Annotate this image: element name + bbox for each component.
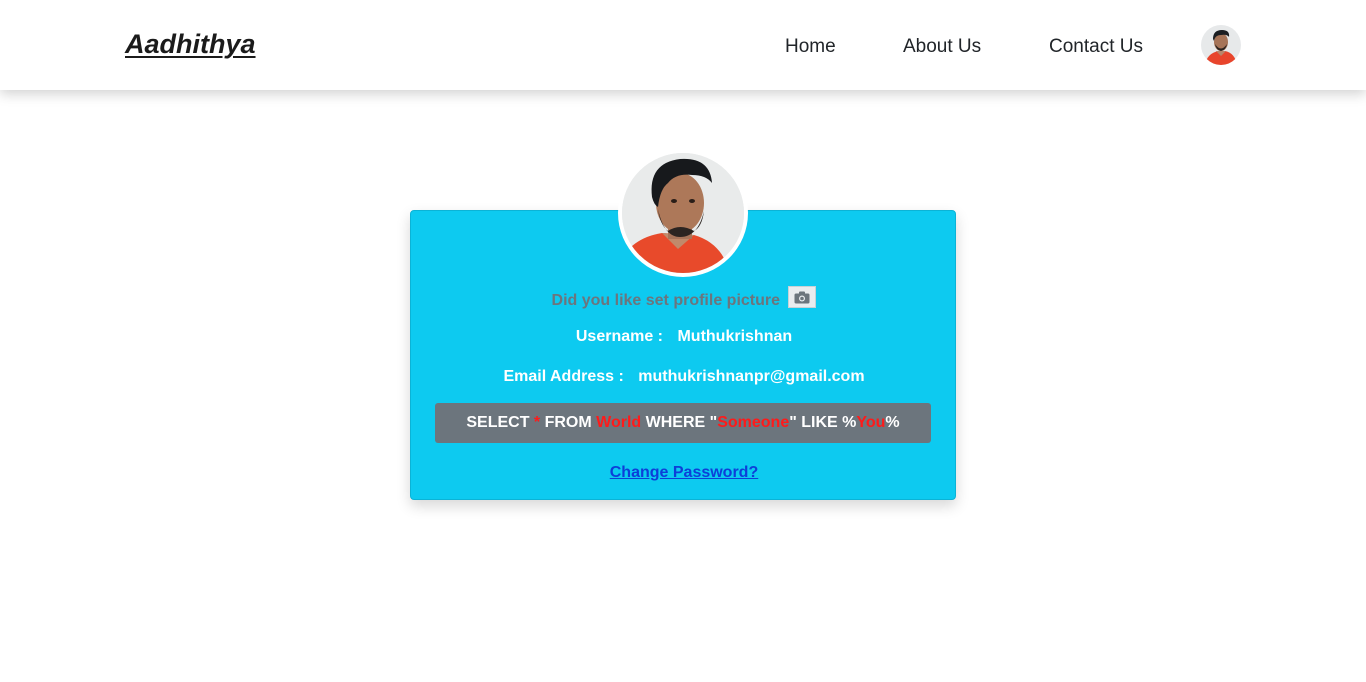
nav-avatar[interactable] bbox=[1201, 25, 1241, 65]
nav-contact-link[interactable]: Contact Us bbox=[1049, 36, 1143, 58]
quote-highlight: You bbox=[856, 414, 886, 431]
camera-upload-button[interactable] bbox=[788, 286, 817, 308]
change-password-link[interactable]: Change Password? bbox=[610, 464, 758, 481]
quote-highlight: Someone bbox=[717, 414, 790, 431]
email-row: Email Address : muthukrishnanpr@gmail.co… bbox=[411, 368, 957, 386]
quote-part: FROM bbox=[540, 414, 597, 431]
sql-quote-bar: SELECT * FROM World WHERE "Someone" LIKE… bbox=[435, 403, 931, 443]
navbar: Aadhithya Home About Us Contact Us bbox=[0, 0, 1366, 90]
quote-part: SELECT bbox=[466, 414, 534, 431]
profile-picture bbox=[618, 149, 748, 277]
camera-icon bbox=[794, 291, 810, 304]
quote-part: WHERE " bbox=[641, 414, 718, 431]
profile-photo-image bbox=[622, 153, 744, 273]
email-label: Email Address : bbox=[503, 368, 624, 385]
username-label: Username : bbox=[575, 328, 664, 345]
brand-logo-link[interactable]: Aadhithya bbox=[125, 29, 256, 60]
email-value: muthukrishnanpr@gmail.com bbox=[638, 368, 865, 385]
username-value: Muthukrishnan bbox=[677, 328, 793, 345]
nav-home-link[interactable]: Home bbox=[785, 36, 836, 58]
set-picture-prompt: Did you like set profile picture bbox=[551, 292, 781, 309]
quote-part: % bbox=[885, 414, 900, 431]
username-row: Username : Muthukrishnan bbox=[411, 328, 957, 346]
user-avatar-icon bbox=[1201, 25, 1241, 65]
set-picture-row: Did you like set profile picture bbox=[411, 286, 957, 310]
quote-highlight: World bbox=[596, 414, 642, 431]
change-password-row: Change Password? bbox=[411, 464, 957, 482]
nav-about-link[interactable]: About Us bbox=[903, 36, 981, 58]
quote-part: " LIKE % bbox=[789, 414, 857, 431]
